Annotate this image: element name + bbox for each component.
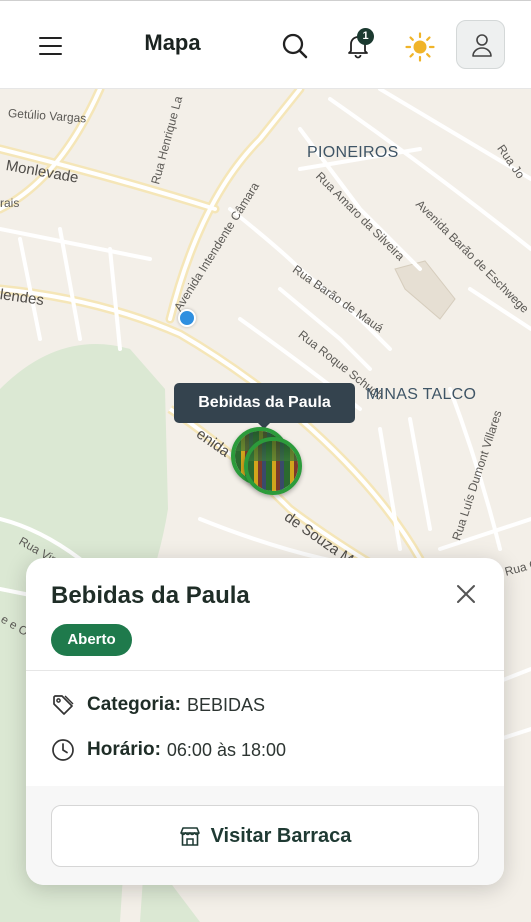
hours-row: Horário: 06:00 às 18:00	[51, 738, 286, 762]
hours-value: 06:00 às 18:00	[166, 739, 287, 760]
map-label-district: MINAS TALCO	[366, 386, 477, 403]
visit-stall-label: Visitar Barraca	[210, 824, 352, 847]
category-value: BEBIDAS	[186, 694, 265, 715]
app-header: Mapa 1	[0, 0, 531, 89]
search-icon[interactable]	[281, 32, 309, 60]
marker-tooltip: Bebidas da Paula	[174, 383, 355, 423]
category-label: Categoria:	[87, 694, 181, 715]
card-footer: Visitar Barraca	[26, 786, 504, 885]
category-row: Categoria: BEBIDAS	[51, 693, 265, 717]
status-badge: Aberto	[51, 624, 132, 656]
map-label: rais	[0, 196, 20, 210]
user-icon	[472, 34, 492, 57]
hours-label: Horário:	[87, 739, 161, 760]
notification-badge: 1	[357, 28, 374, 45]
divider	[26, 670, 504, 671]
stall-info-card: Bebidas da Paula Aberto Categoria: BEBID…	[26, 558, 504, 885]
stall-title: Bebidas da Paula	[51, 582, 250, 609]
stall-marker[interactable]	[244, 437, 302, 495]
store-icon	[179, 827, 200, 846]
sun-icon[interactable]	[404, 31, 436, 63]
map-label-district: PIONEIROS	[307, 144, 399, 161]
menu-icon[interactable]	[36, 31, 66, 61]
clock-icon	[52, 739, 74, 761]
tag-icon	[53, 695, 74, 715]
user-account-button[interactable]	[456, 20, 505, 69]
visit-stall-button[interactable]: Visitar Barraca	[51, 805, 479, 867]
current-location-dot	[178, 309, 196, 327]
page-title: Mapa	[144, 30, 201, 55]
close-icon[interactable]	[454, 582, 478, 606]
